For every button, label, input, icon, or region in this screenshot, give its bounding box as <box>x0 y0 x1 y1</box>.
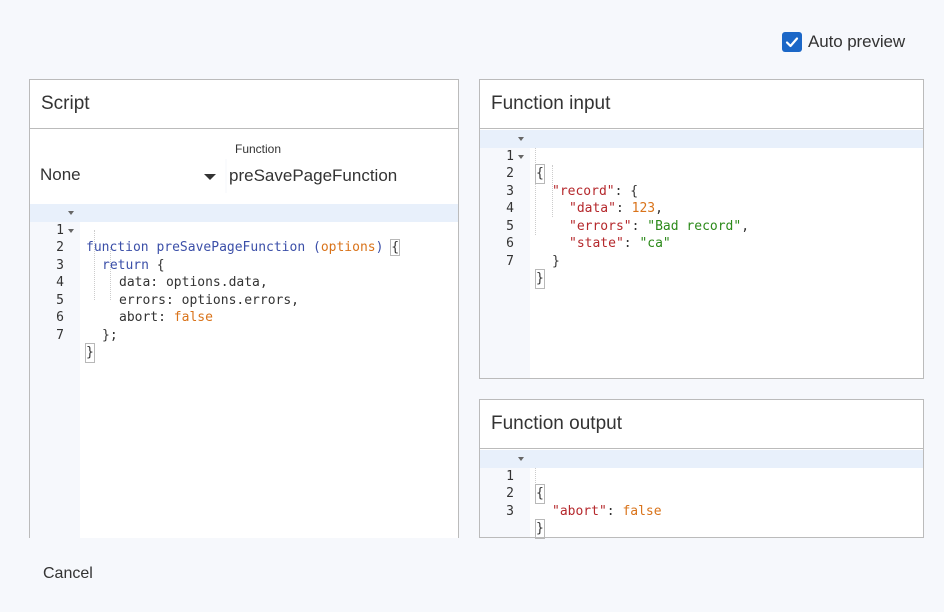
code-line: 3 data: options.data, <box>56 257 268 291</box>
script-code-editor[interactable]: 1 function preSavePageFunction (options)… <box>30 204 458 538</box>
code-line: 1 { <box>480 450 923 504</box>
function-input-editor[interactable]: 1 { 2 "record": { 3 "data": 123, 4 "erro… <box>480 130 923 378</box>
function-field-label: Function <box>235 142 282 156</box>
function-output-editor[interactable]: 1 { 2 "abort": false 3 } <box>480 450 923 539</box>
code-line: 2 "abort": false <box>506 486 662 519</box>
chevron-down-icon <box>204 174 216 180</box>
code-line: 4 "errors": "Bad record", <box>506 201 750 234</box>
code-line: 4 errors: options.errors, <box>56 275 300 308</box>
code-line: 2 "record": { <box>480 148 923 199</box>
code-line: 3 } <box>506 503 545 539</box>
function-input-title: Function input <box>480 80 923 129</box>
script-select-value: None <box>40 165 81 184</box>
code-line: 1 { <box>480 130 923 184</box>
function-output-panel: Function output 1 { 2 "abort": false 3 } <box>479 399 924 539</box>
script-panel: Script None Function 1 function preSaveP… <box>29 79 459 538</box>
code-line: 6 }; <box>56 310 118 343</box>
script-panel-title: Script <box>30 80 458 129</box>
code-line: 7 } <box>56 327 95 363</box>
auto-preview-toggle[interactable]: Auto preview <box>782 32 905 52</box>
code-line: 2 return { <box>30 222 458 273</box>
cancel-button[interactable]: Cancel <box>43 565 93 583</box>
auto-preview-checkbox[interactable] <box>782 32 802 52</box>
code-line: 3 "data": 123, <box>506 183 663 217</box>
code-line: 7 } <box>506 253 545 289</box>
checkmark-icon <box>785 37 799 48</box>
function-name-input[interactable] <box>227 159 438 193</box>
function-input-panel: Function input 1 { 2 "record": { 3 "data… <box>479 79 924 379</box>
script-select[interactable]: None <box>40 158 218 192</box>
code-line: 1 function preSavePageFunction (options)… <box>30 204 458 256</box>
auto-preview-label: Auto preview <box>808 32 906 51</box>
code-line: 5 "state": "ca" <box>506 218 671 252</box>
function-output-title: Function output <box>480 400 923 449</box>
code-line: 5 abort: false <box>56 292 213 326</box>
code-line: 6 } <box>506 236 560 269</box>
